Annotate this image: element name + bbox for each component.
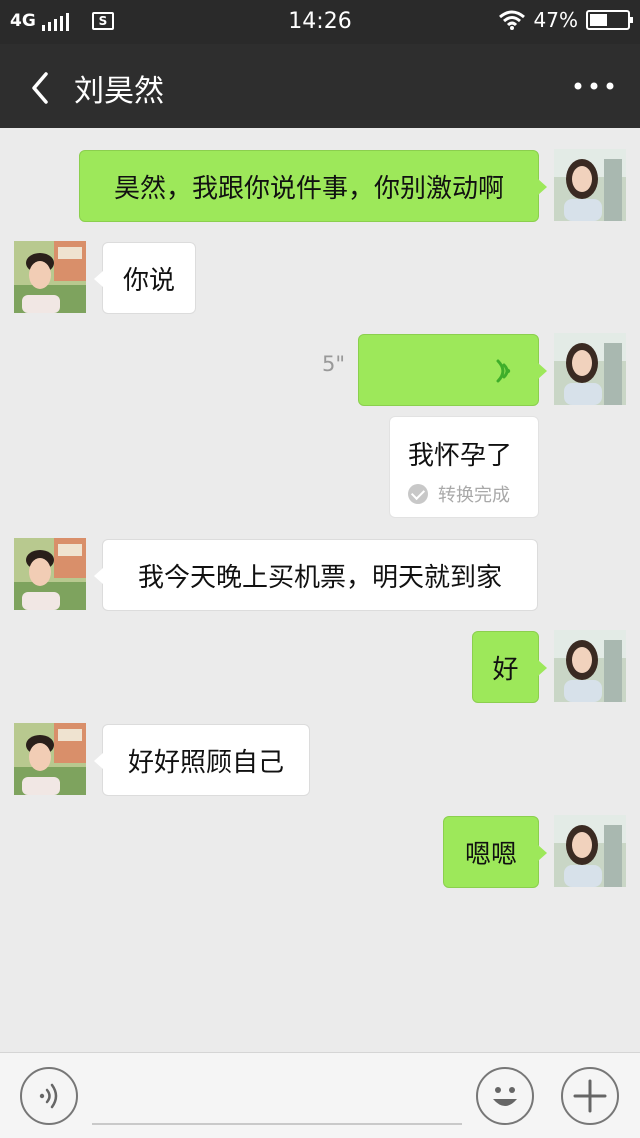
emoji-icon bbox=[493, 1087, 517, 1106]
plus-icon bbox=[573, 1079, 607, 1113]
avatar-contact[interactable] bbox=[14, 538, 86, 610]
voice-message-bubble[interactable] bbox=[358, 334, 547, 406]
more-horizontal-icon[interactable] bbox=[572, 74, 616, 98]
transcript-status-label: 转换完成 bbox=[438, 485, 510, 506]
message-bubble-incoming[interactable]: 好好照顾自己 bbox=[94, 724, 310, 796]
emoji-button[interactable] bbox=[476, 1067, 534, 1125]
battery-icon bbox=[586, 10, 633, 30]
battery-fill bbox=[590, 14, 607, 26]
voice-duration: 5" bbox=[322, 352, 346, 376]
message-text: 我今天晚上买机票，明天就到家 bbox=[137, 562, 502, 593]
status-bar: 4G S 14:26 47% bbox=[0, 0, 640, 44]
check-icon bbox=[408, 484, 428, 504]
avatar-self[interactable] bbox=[554, 333, 626, 405]
voice-transcript-card[interactable]: 我怀孕了 转换完成 bbox=[389, 416, 539, 518]
message-text: 嗯嗯 bbox=[464, 839, 517, 870]
avatar-self[interactable] bbox=[554, 149, 626, 221]
message-bubble-incoming[interactable]: 我今天晚上买机票，明天就到家 bbox=[94, 539, 538, 611]
message-bubble-incoming[interactable]: 你说 bbox=[94, 242, 196, 314]
message-bubble-outgoing[interactable]: 嗯嗯 bbox=[443, 816, 547, 888]
more-functions-button[interactable] bbox=[561, 1067, 619, 1125]
chevron-left-icon[interactable] bbox=[24, 68, 64, 108]
battery-percent: 47% bbox=[533, 8, 578, 32]
avatar-self[interactable] bbox=[554, 630, 626, 702]
input-bar bbox=[0, 1052, 640, 1138]
voice-input-button[interactable] bbox=[20, 1067, 78, 1125]
message-text: 你说 bbox=[123, 265, 176, 296]
voice-wave-icon bbox=[496, 359, 511, 383]
message-bubble-outgoing[interactable]: 昊然，我跟你说件事，你别激动啊 bbox=[79, 150, 547, 222]
avatar-contact[interactable] bbox=[14, 241, 86, 313]
message-text: 昊然，我跟你说件事，你别激动啊 bbox=[113, 173, 504, 204]
status-right: 47% bbox=[498, 8, 633, 32]
avatar-contact[interactable] bbox=[14, 723, 86, 795]
contact-name: 刘昊然 bbox=[74, 74, 164, 109]
transcript-text: 我怀孕了 bbox=[408, 441, 513, 471]
input-underline bbox=[92, 1123, 462, 1125]
wifi-icon bbox=[498, 10, 525, 30]
message-text: 好好照顾自己 bbox=[127, 747, 284, 778]
voice-input-icon bbox=[39, 1083, 58, 1109]
message-input[interactable] bbox=[92, 1073, 462, 1121]
message-text: 好 bbox=[492, 654, 519, 685]
chat-header: 刘昊然 bbox=[0, 44, 640, 128]
avatar-self[interactable] bbox=[554, 815, 626, 887]
transcript-status: 转换完成 bbox=[408, 481, 510, 507]
message-bubble-outgoing[interactable]: 好 bbox=[472, 631, 547, 703]
